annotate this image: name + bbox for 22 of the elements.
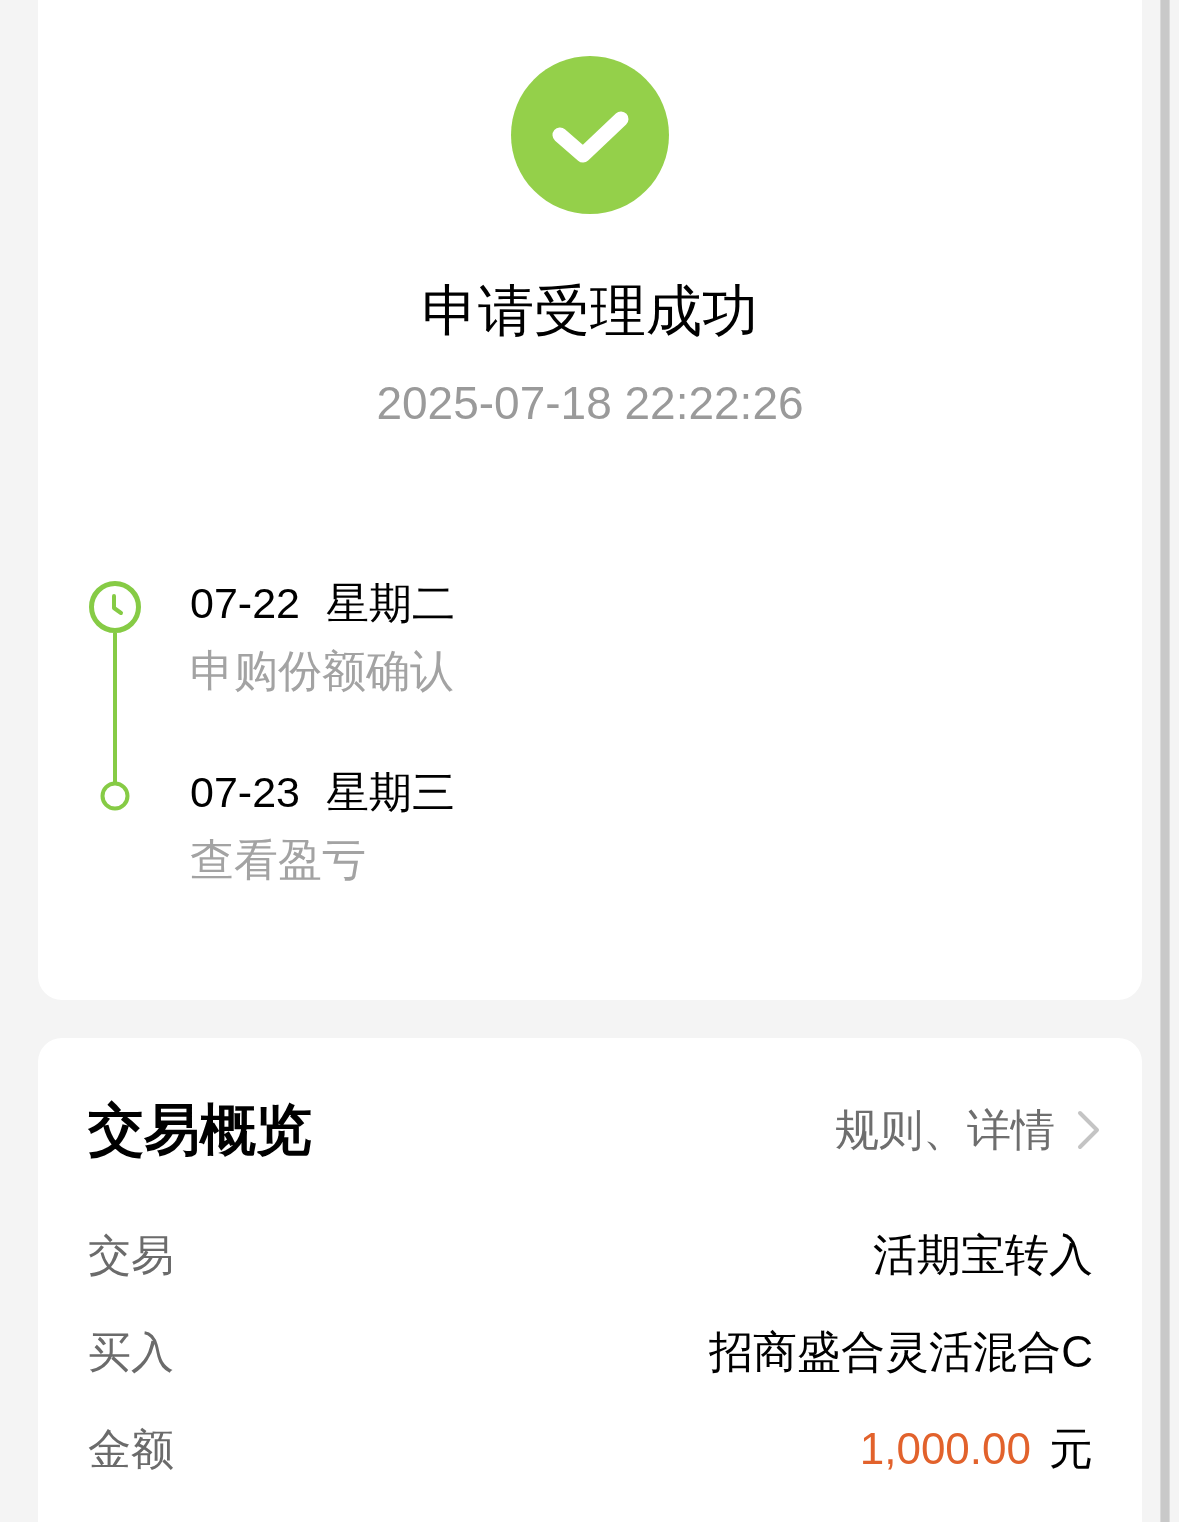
check-icon — [511, 56, 669, 214]
currency-unit: 元 — [1049, 1422, 1093, 1475]
status-title: 申请受理成功 — [422, 279, 758, 343]
timeline-date: 07-23 — [190, 767, 300, 818]
timeline-weekday: 星期二 — [326, 578, 455, 629]
chevron-right-icon — [1077, 1110, 1101, 1150]
scrollbar[interactable] — [1160, 0, 1170, 1522]
timeline-label: 申购份额确认 — [190, 645, 455, 697]
timeline-weekday: 星期三 — [326, 767, 455, 818]
rules-details-link[interactable]: 规则、详情 — [835, 1104, 1101, 1156]
timeline-date: 07-22 — [190, 578, 300, 629]
field-value: 招商盛合灵活混合C — [709, 1325, 1093, 1378]
ring-icon — [100, 781, 130, 811]
timeline-label: 查看盈亏 — [190, 834, 367, 886]
amount-value: 1,000.00 — [859, 1422, 1031, 1475]
field-label: 金额 — [88, 1423, 174, 1475]
clock-icon — [89, 581, 141, 633]
field-label: 买入 — [88, 1326, 174, 1378]
section-title: 交易概览 — [88, 1098, 312, 1162]
field-value: 活期宝转入 — [873, 1228, 1093, 1281]
field-label: 交易 — [88, 1229, 174, 1281]
timestamp: 2025-07-18 22:22:26 — [376, 377, 804, 429]
